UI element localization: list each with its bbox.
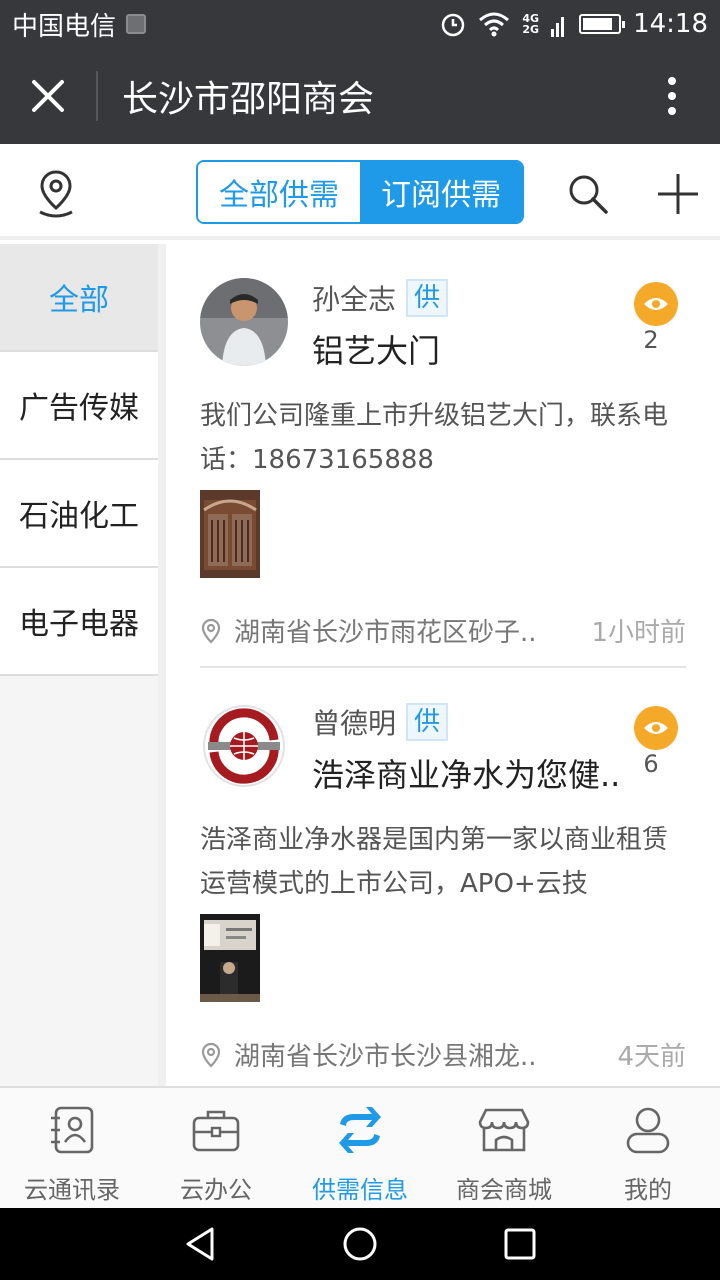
recent-apps-icon[interactable]: [502, 1226, 538, 1262]
sidebar-item-petrochemical[interactable]: 石油化工: [0, 460, 158, 568]
nav-store[interactable]: 商会商城: [432, 1088, 576, 1208]
status-right: 4G 2G 14:18: [440, 9, 708, 39]
nav-office[interactable]: 云办公: [144, 1088, 288, 1208]
post-time: 4天前: [617, 1042, 686, 1072]
more-vertical-icon: [668, 77, 676, 115]
battery-icon: [579, 14, 626, 34]
nav-profile[interactable]: 我的: [576, 1088, 720, 1208]
company-logo: [200, 702, 288, 790]
views-badge: [634, 706, 678, 750]
nav-supply-demand[interactable]: 供需信息: [288, 1088, 432, 1208]
sidebar-item-electronics[interactable]: 电子电器: [0, 568, 158, 676]
location-icon: [201, 1042, 221, 1068]
close-icon: [32, 80, 64, 112]
search-button[interactable]: [566, 172, 610, 216]
view-count: 2: [643, 326, 659, 354]
author-row: 曾德明 供: [312, 702, 449, 742]
nav-contacts[interactable]: 云通讯录: [0, 1088, 144, 1208]
avatar[interactable]: [200, 278, 288, 366]
title-divider: [96, 71, 98, 121]
post-title[interactable]: 铝艺大门: [312, 326, 642, 372]
image-notification-icon: [126, 14, 147, 34]
more-button[interactable]: [624, 48, 720, 144]
post-description: 浩泽商业净水器是国内第一家以商业租赁运营模式的上市公司，APO+云技: [200, 825, 669, 899]
nav-label: 供需信息: [312, 1176, 408, 1204]
title-bar: 长沙市邵阳商会: [0, 48, 720, 144]
tab-all-supply-demand[interactable]: 全部供需: [198, 162, 360, 222]
network-type: 4G 2G: [522, 13, 539, 35]
bottom-nav: 云通讯录 云办公 供需信息 商会商城 我的: [0, 1086, 720, 1208]
battery-fill: [583, 18, 612, 30]
post-time: 1小时前: [591, 618, 686, 648]
location-icon: [201, 618, 221, 644]
system-nav-bar: [0, 1208, 720, 1280]
exchange-icon: [339, 1107, 381, 1153]
signal-icon: [551, 17, 565, 37]
add-button[interactable]: [656, 172, 700, 216]
list-item[interactable]: 孙全志 供 铝艺大门 2 我们公司隆重上市升级铝艺大门，联系电话：1867316…: [200, 244, 686, 668]
status-bar: 中国电信 4G 2G 14:18: [0, 0, 720, 48]
sidebar-item-all[interactable]: 全部: [0, 244, 158, 352]
gate-image: [200, 490, 260, 578]
post-location: 湖南省长沙市雨花区砂子..: [234, 618, 537, 648]
page-title: 长沙市邵阳商会: [122, 79, 375, 120]
supply-tag: 供: [406, 703, 449, 741]
nav-label: 我的: [624, 1176, 672, 1204]
nav-label: 云通讯录: [24, 1176, 120, 1204]
author-name: 曾德明: [312, 707, 397, 740]
contacts-icon: [51, 1106, 94, 1154]
eye-icon: [644, 722, 668, 734]
search-icon: [569, 175, 608, 214]
supply-demand-segment: 全部供需 订阅供需: [196, 160, 524, 224]
location-pin-icon: [39, 170, 73, 218]
back-icon[interactable]: [182, 1226, 218, 1262]
views-badge: [634, 282, 678, 326]
list-item[interactable]: 曾德明 供 浩泽商业净水为您健.. 6 浩泽商业净水器是国内第一家以商业租赁运营…: [200, 668, 686, 1086]
home-icon[interactable]: [342, 1226, 378, 1262]
alarm-icon: [442, 13, 465, 37]
post-title[interactable]: 浩泽商业净水为您健..: [312, 750, 642, 796]
carrier-label: 中国电信: [12, 11, 117, 42]
category-sidebar: 全部 广告传媒 石油化工 电子电器: [0, 244, 166, 1086]
sidebar-item-advertising-media[interactable]: 广告传媒: [0, 352, 158, 460]
author-row: 孙全志 供: [312, 278, 449, 318]
nav-label: 云办公: [180, 1176, 252, 1204]
briefcase-icon: [192, 1110, 240, 1152]
eye-icon: [644, 298, 668, 310]
post-location: 湖南省长沙市长沙县湘龙..: [234, 1042, 537, 1072]
avatar[interactable]: [200, 702, 288, 790]
post-thumbnail[interactable]: [200, 914, 260, 1002]
location-button[interactable]: [32, 168, 80, 220]
post-description: 我们公司隆重上市升级铝艺大门，联系电话：18673165888: [200, 401, 669, 475]
avatar-photo: [200, 278, 288, 366]
filter-bar: 全部供需 订阅供需: [0, 144, 720, 240]
nav-label: 商会商城: [456, 1176, 552, 1204]
user-icon: [626, 1107, 670, 1154]
store-icon: [478, 1108, 530, 1152]
post-list: 孙全志 供 铝艺大门 2 我们公司隆重上市升级铝艺大门，联系电话：1867316…: [166, 244, 720, 1086]
location-row: 湖南省长沙市雨花区砂子.. 1小时前: [200, 612, 686, 649]
network-2g-label: 2G: [522, 23, 540, 36]
location-row: 湖南省长沙市长沙县湘龙.. 4天前: [200, 1036, 686, 1073]
plus-icon: [658, 174, 698, 214]
author-name: 孙全志: [312, 283, 397, 316]
water-purifier-image: [200, 914, 260, 1002]
tab-subscribed-supply-demand[interactable]: 订阅供需: [360, 162, 522, 222]
wifi-icon: [479, 12, 510, 37]
view-count: 6: [643, 750, 659, 778]
close-button[interactable]: [0, 48, 96, 144]
post-thumbnail[interactable]: [200, 490, 260, 578]
supply-tag: 供: [406, 279, 449, 317]
clock: 14:18: [633, 9, 708, 39]
